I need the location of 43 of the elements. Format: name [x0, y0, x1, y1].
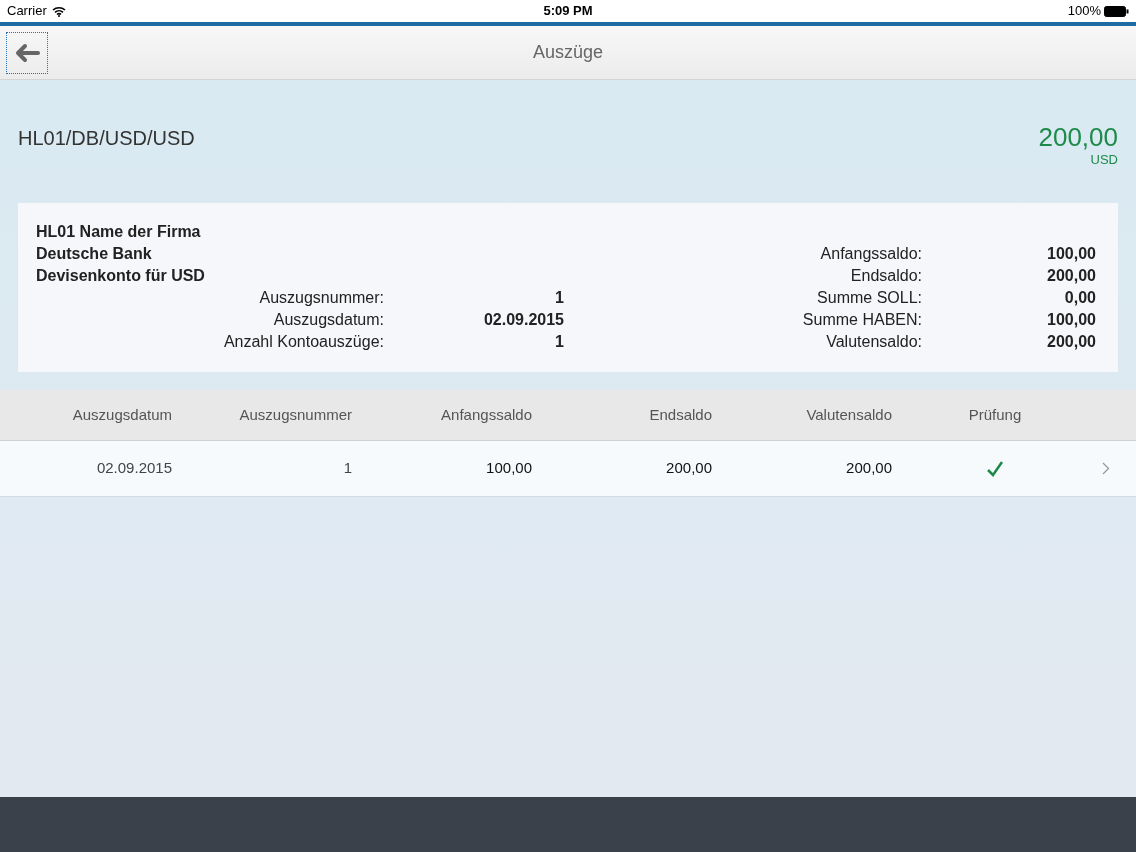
field-label: Auszugsnummer: [258, 288, 384, 308]
column-header: Anfangssaldo [440, 404, 532, 425]
account-amount: 200,00 [1038, 122, 1118, 152]
field-value: 200,00 [1046, 332, 1096, 352]
currency-label: USD [1090, 151, 1118, 169]
field-label: Summe HABEN: [801, 310, 922, 330]
battery-icon [1104, 5, 1129, 17]
field-value: 02.09.2015 [482, 310, 564, 330]
wifi-icon [51, 5, 66, 17]
summary-line: Devisenkonto für USD [36, 266, 206, 286]
back-button[interactable] [6, 31, 48, 74]
field-label: Endsaldo: [849, 266, 922, 286]
column-header: Valutensaldo [805, 404, 892, 425]
table-cell-text: 200,00 [845, 458, 892, 479]
field-value: 1 [554, 332, 564, 352]
carrier-label: Carrier [7, 2, 47, 21]
summary-line: Deutsche Bank [36, 244, 153, 264]
column-header: Auszugsnummer [238, 404, 352, 425]
table-cell-text: 1 [342, 458, 352, 479]
battery-percent: 100% [1067, 2, 1101, 21]
clock-time: 5:09 PM [543, 2, 593, 21]
field-value: 100,00 [1046, 244, 1096, 264]
column-header: Endsaldo [648, 404, 712, 425]
column-header: Auszugsdatum [71, 404, 172, 425]
chevron-right-icon [1102, 462, 1110, 475]
table-cell-text: 100,00 [485, 458, 532, 479]
field-label: Summe SOLL: [816, 288, 922, 308]
field-label: Auszugsdatum: [272, 310, 384, 330]
summary-line: HL01 Name der Firma [36, 222, 202, 242]
field-label: Valutensaldo: [825, 332, 922, 352]
field-value: 200,00 [1046, 266, 1096, 286]
page-title: Auszüge [532, 41, 604, 64]
statement-row[interactable]: 02.09.2015 1 100,00 200,00 200,00 [0, 441, 1136, 497]
field-value: 100,00 [1046, 310, 1096, 330]
field-value: 1 [554, 288, 564, 308]
field-value: 0,00 [1063, 288, 1096, 308]
account-name: HL01/DB/USD/USD [18, 126, 195, 151]
field-label: Anfangssaldo: [819, 244, 922, 264]
table-cell-text: 02.09.2015 [95, 458, 172, 479]
column-header: Prüfung [967, 404, 1023, 425]
field-label: Anzahl Kontoauszüge: [222, 332, 384, 352]
table-cell-text: 200,00 [665, 458, 712, 479]
back-arrow-icon [14, 42, 40, 63]
